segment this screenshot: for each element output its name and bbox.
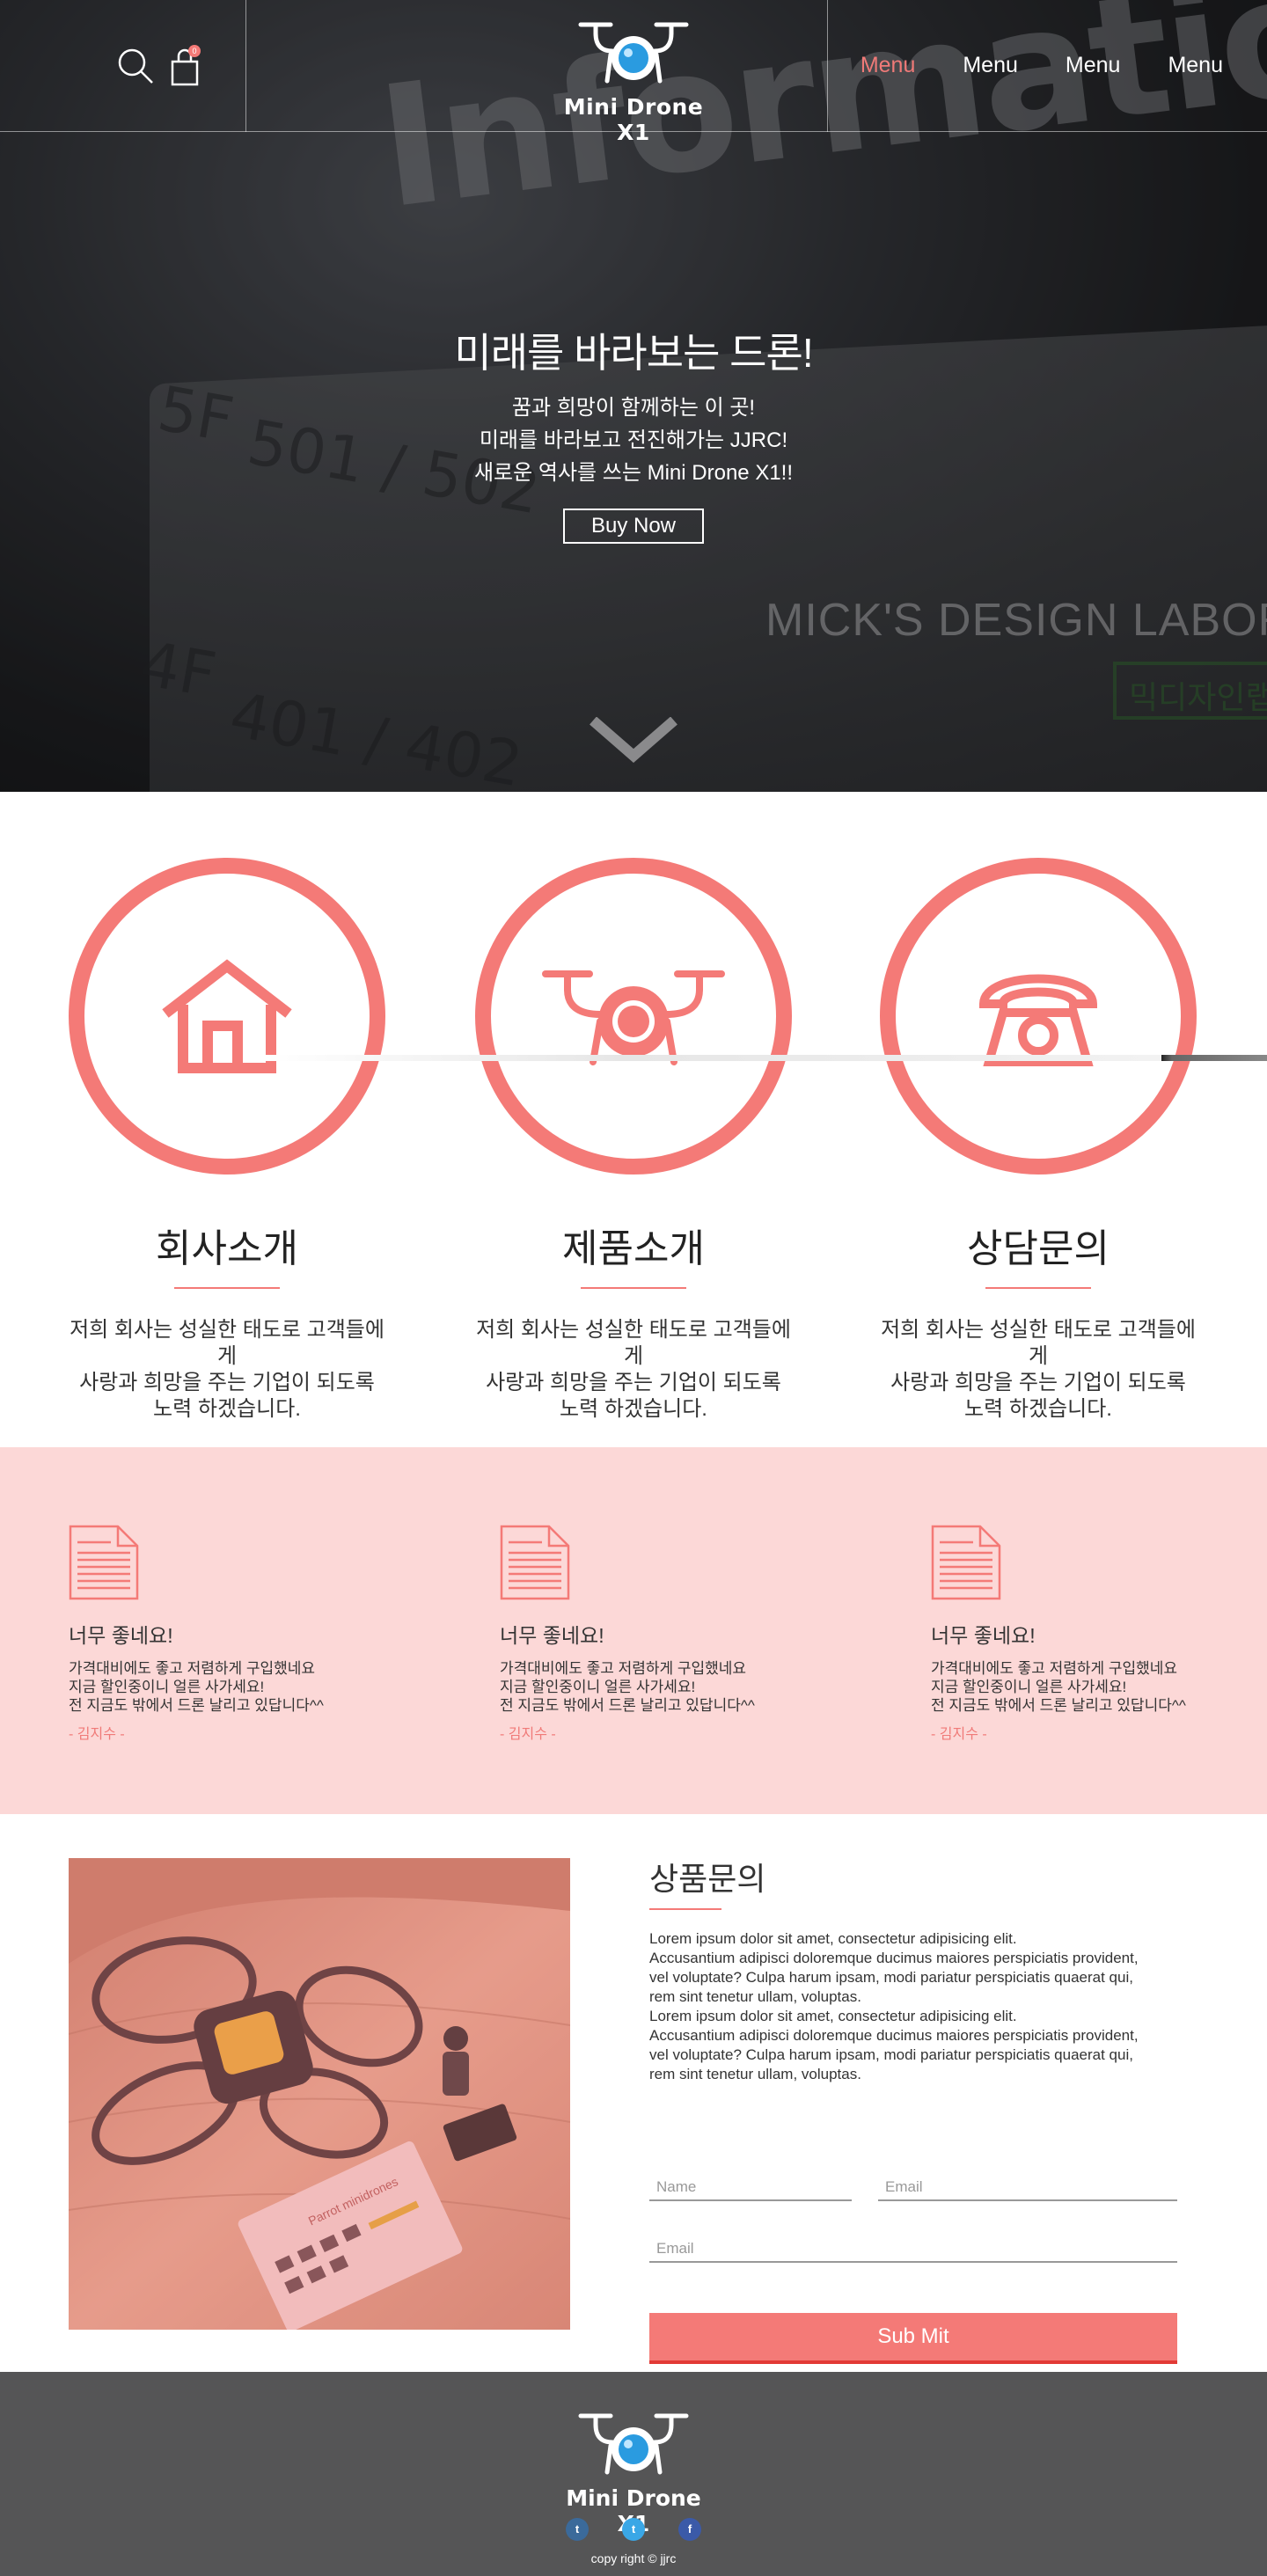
- main-nav: Menu Menu Menu Menu: [861, 53, 1267, 78]
- chevron-down-icon[interactable]: [590, 716, 677, 767]
- service-circle: [880, 858, 1197, 1175]
- drone-logo-icon: [578, 2413, 689, 2475]
- title-underline: [581, 1287, 686, 1289]
- cart-icon[interactable]: 0: [169, 44, 204, 92]
- service-circle: [69, 858, 385, 1175]
- service-title: 상담문의: [967, 1227, 1110, 1270]
- testimonials-section: 너무 좋네요! 가격대비에도 좋고 저렴하게 구입했네요 지금 할인중이니 얼른 …: [0, 1447, 1267, 1814]
- product-photo: Parrot minidrones: [69, 1858, 570, 2330]
- title-underline: [174, 1287, 280, 1289]
- testimonial-author: - 김지수 -: [69, 1727, 125, 1742]
- header-divider: [827, 0, 828, 132]
- testimonial-title: 너무 좋네요!: [69, 1624, 173, 1647]
- tumblr-icon[interactable]: t: [566, 2518, 589, 2541]
- testimonial-text: 가격대비에도 좋고 저렴하게 구입했네요 지금 할인중이니 얼른 사가세요! 전 지…: [931, 1660, 1186, 1714]
- social-links: t t f: [0, 2518, 1267, 2541]
- nav-item-1[interactable]: Menu: [861, 53, 916, 78]
- hero-section: Information 5F 501 / 502 4F 401 / 402 MI…: [0, 0, 1267, 792]
- hero-title: 미래를 바라보는 드론!: [454, 330, 813, 376]
- hero-copy: 미래를 바라보는 드론! 꿈과 희망이 함께하는 이 곳! 미래를 바라보고 전…: [0, 321, 1267, 544]
- nav-item-3[interactable]: Menu: [1066, 53, 1121, 78]
- logo[interactable]: Mini Drone X1: [553, 19, 714, 145]
- telephone-icon: [978, 974, 1098, 1066]
- testimonial-card: 너무 좋네요! 가격대비에도 좋고 저렴하게 구입했네요 지금 할인중이니 얼른 …: [931, 1525, 1248, 1743]
- inquiry-title: 상품문의: [649, 1861, 766, 1897]
- drone-logo-icon: [578, 22, 689, 84]
- testimonial-text: 가격대비에도 좋고 저렴하게 구입했네요 지금 할인중이니 얼른 사가세요! 전 지…: [500, 1660, 755, 1714]
- testimonial-card: 너무 좋네요! 가격대비에도 좋고 저렴하게 구입했네요 지금 할인중이니 얼른 …: [69, 1525, 385, 1743]
- inquiry-description: Lorem ipsum dolor sit amet, consectetur …: [649, 1930, 1139, 2082]
- search-icon[interactable]: [116, 47, 155, 90]
- submit-button[interactable]: Sub Mit: [649, 2313, 1177, 2364]
- name-field[interactable]: [649, 2175, 852, 2201]
- service-title: 제품소개: [562, 1227, 705, 1270]
- nav-item-2[interactable]: Menu: [963, 53, 1018, 78]
- service-desc: 저희 회사는 성실한 태도로 고객들에게 사랑과 희망을 주는 기업이 되도록 노력…: [881, 1318, 1196, 1421]
- site-header: 0 Mini Drone X1 Menu Menu Menu Menu: [0, 0, 1267, 145]
- service-card[interactable]: 제품소개 저희 회사는 성실한 태도로 고객들에게 사랑과 희망을 주는 기업이 …: [475, 858, 792, 1423]
- inquiry-section: Parrot minidrones 상품문의 Lorem ipsum dolor…: [0, 1814, 1267, 2372]
- email-field[interactable]: [878, 2175, 1177, 2201]
- testimonial-title: 너무 좋네요!: [500, 1624, 604, 1647]
- services-section: 회사소개 저희 회사는 성실한 태도로 고객들에게 사랑과 희망을 주는 기업이 …: [0, 792, 1267, 1447]
- header-divider: [245, 0, 246, 132]
- email-field-2[interactable]: [649, 2236, 1177, 2263]
- document-icon: [69, 1525, 139, 1600]
- testimonial-author: - 김지수 -: [931, 1727, 987, 1742]
- service-card[interactable]: 회사소개 저희 회사는 성실한 태도로 고객들에게 사랑과 희망을 주는 기업이 …: [69, 858, 385, 1423]
- facebook-icon[interactable]: f: [678, 2518, 701, 2541]
- document-icon: [500, 1525, 570, 1600]
- drone-photo-image: Parrot minidrones: [69, 1858, 570, 2330]
- hero-line: 꿈과 희망이 함께하는 이 곳!: [511, 396, 756, 420]
- inquiry-form: 상품문의 Lorem ipsum dolor sit amet, consect…: [649, 1854, 1177, 2364]
- document-icon: [931, 1525, 1001, 1600]
- hero-line: 미래를 바라보고 전진해가는 JJRC!: [479, 428, 788, 452]
- testimonial-text: 가격대비에도 좋고 저렴하게 구입했네요 지금 할인중이니 얼른 사가세요! 전 지…: [69, 1660, 324, 1714]
- service-desc: 저희 회사는 성실한 태도로 고객들에게 사랑과 희망을 주는 기업이 되도록 노력…: [70, 1318, 384, 1421]
- testimonial-card: 너무 좋네요! 가격대비에도 좋고 저렴하게 구입했네요 지금 할인중이니 얼른 …: [500, 1525, 817, 1743]
- service-title: 회사소개: [156, 1227, 298, 1270]
- service-card[interactable]: 상담문의 저희 회사는 성실한 태도로 고객들에게 사랑과 희망을 주는 기업이 …: [880, 858, 1197, 1423]
- twitter-icon[interactable]: t: [622, 2518, 645, 2541]
- drone-icon: [542, 970, 725, 1065]
- site-footer: Mini Drone X1 t t f copy right © jjrc: [0, 2372, 1267, 2576]
- title-underline: [649, 1908, 721, 1910]
- service-circle: [475, 858, 792, 1175]
- title-underline: [985, 1287, 1091, 1289]
- hero-lines: 꿈과 희망이 함께하는 이 곳! 미래를 바라보고 전진해가는 JJRC! 새로…: [0, 392, 1267, 489]
- buy-now-button[interactable]: Buy Now: [563, 509, 704, 544]
- overlay-strip-dark: [1161, 1055, 1267, 1061]
- logo-text: Mini Drone X1: [563, 94, 704, 145]
- service-desc: 저희 회사는 성실한 태도로 고객들에게 사랑과 희망을 주는 기업이 되도록 노력…: [476, 1318, 791, 1421]
- overlay-strip: [264, 1055, 1161, 1061]
- testimonial-author: - 김지수 -: [500, 1727, 556, 1742]
- nav-item-4[interactable]: Menu: [1168, 53, 1223, 78]
- copyright: copy right © jjrc: [590, 2551, 677, 2565]
- cart-count: 0: [192, 47, 196, 55]
- testimonial-title: 너무 좋네요!: [931, 1624, 1036, 1647]
- hero-line: 새로운 역사를 쓰는 Mini Drone X1!!: [473, 461, 794, 485]
